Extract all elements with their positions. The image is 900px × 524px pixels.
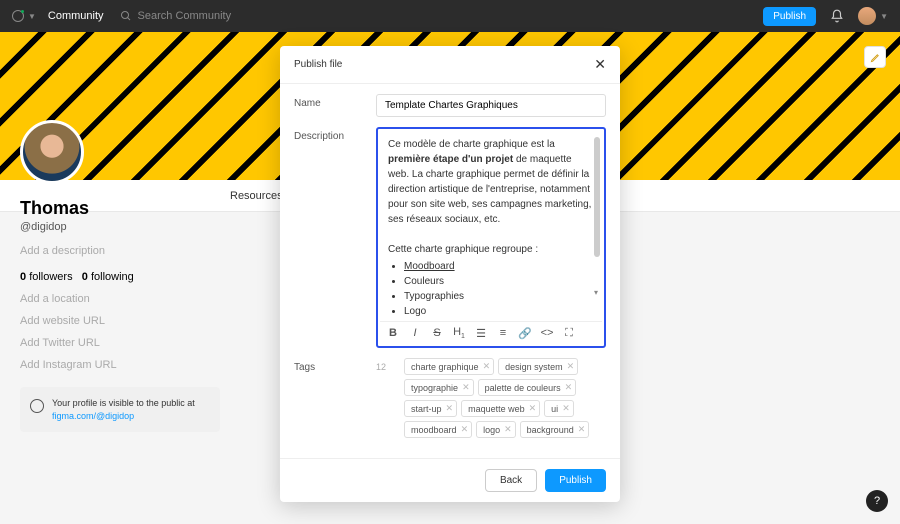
profile-stats: 0 followers 0 following [20, 271, 260, 283]
bullet-item: Logo [404, 304, 594, 319]
chevron-down-icon[interactable]: ▼ [28, 12, 36, 21]
tag-chip: start-up✕ [404, 400, 457, 417]
add-description-link[interactable]: Add a description [20, 245, 260, 257]
numbered-list-icon[interactable]: ≡ [496, 327, 510, 339]
description-label: Description [294, 127, 364, 142]
edit-banner-button[interactable] [864, 46, 886, 68]
avatar[interactable] [858, 7, 876, 25]
tag-chip: moodboard✕ [404, 421, 472, 438]
heading-icon[interactable]: H1 [452, 326, 466, 340]
add-twitter-link[interactable]: Add Twitter URL [20, 337, 260, 349]
community-link[interactable]: Community [48, 10, 104, 22]
tags-container: charte graphique✕design system✕ typograph… [404, 358, 606, 438]
tag-remove-icon[interactable]: ✕ [562, 403, 570, 414]
bullet-item: Couleurs [404, 274, 594, 289]
profile-url-link[interactable]: figma.com/@digidop [52, 411, 134, 421]
bell-icon[interactable] [830, 9, 844, 23]
tag-remove-icon[interactable]: ✕ [461, 424, 469, 435]
globe-icon [30, 399, 44, 413]
name-input[interactable] [376, 94, 606, 117]
tag-remove-icon[interactable]: ✕ [567, 361, 575, 372]
help-button[interactable]: ? [866, 490, 888, 512]
tag-chip: charte graphique✕ [404, 358, 494, 375]
tag-chip: background✕ [520, 421, 590, 438]
profile-name: Thomas [20, 198, 260, 219]
modal-title: Publish file [294, 59, 342, 70]
publish-file-modal: Publish file ✕ Name Description Ce modèl… [280, 46, 620, 502]
expand-icon[interactable]: ⛶ [562, 327, 576, 340]
tag-remove-icon[interactable]: ✕ [578, 424, 586, 435]
bold-icon[interactable]: B [386, 327, 400, 339]
tag-chip: palette de couleurs✕ [478, 379, 577, 396]
bullet-item: Background [404, 319, 594, 321]
tag-remove-icon[interactable]: ✕ [529, 403, 537, 414]
moodboard-link[interactable]: Moodboard [404, 261, 455, 272]
back-button[interactable]: Back [485, 469, 537, 492]
tag-chip: logo✕ [476, 421, 516, 438]
code-icon[interactable]: <> [540, 327, 554, 339]
tag-remove-icon[interactable]: ✕ [504, 424, 512, 435]
close-icon[interactable]: ✕ [594, 56, 606, 73]
search-input[interactable]: Search Community [120, 10, 232, 22]
add-location-link[interactable]: Add a location [20, 293, 260, 305]
avatar-large[interactable] [20, 120, 84, 184]
strikethrough-icon[interactable]: S [430, 327, 444, 339]
add-website-link[interactable]: Add website URL [20, 315, 260, 327]
name-label: Name [294, 94, 364, 109]
top-bar: ▼ Community Search Community Publish ▼ [0, 0, 900, 32]
avatar-chevron-icon[interactable]: ▼ [880, 12, 888, 21]
tag-remove-icon[interactable]: ✕ [446, 403, 454, 414]
tag-chip: design system✕ [498, 358, 578, 375]
bullet-list-icon[interactable]: ☰ [474, 327, 488, 340]
tags-label: Tags [294, 358, 364, 373]
tag-remove-icon[interactable]: ✕ [565, 382, 573, 393]
profile-visibility-info: Your profile is visible to the public at… [20, 387, 220, 432]
bullet-item: Moodboard [404, 259, 594, 274]
search-icon [120, 10, 132, 22]
tag-chip: maquette web✕ [461, 400, 540, 417]
scrollbar[interactable]: ▾ [594, 137, 600, 297]
editor-toolbar: B I S H1 ☰ ≡ 🔗 <> ⛶ [380, 321, 602, 344]
description-editor[interactable]: Ce modèle de charte graphique est la pre… [376, 127, 606, 348]
publish-button[interactable]: Publish [545, 469, 606, 492]
tag-chip: typographie✕ [404, 379, 474, 396]
tags-count: 12 [376, 358, 386, 372]
profile-handle: @digidop [20, 221, 260, 233]
globe-icon[interactable] [12, 10, 24, 22]
add-instagram-link[interactable]: Add Instagram URL [20, 359, 260, 371]
pencil-icon [870, 52, 881, 63]
tag-remove-icon[interactable]: ✕ [483, 361, 491, 372]
publish-top-button[interactable]: Publish [763, 7, 816, 26]
profile-sidebar: Thomas @digidop Add a description 0 foll… [20, 120, 260, 432]
tag-remove-icon[interactable]: ✕ [462, 382, 470, 393]
italic-icon[interactable]: I [408, 327, 422, 339]
link-icon[interactable]: 🔗 [518, 327, 532, 340]
tag-chip: ui✕ [544, 400, 574, 417]
bullet-item: Typographies [404, 289, 594, 304]
